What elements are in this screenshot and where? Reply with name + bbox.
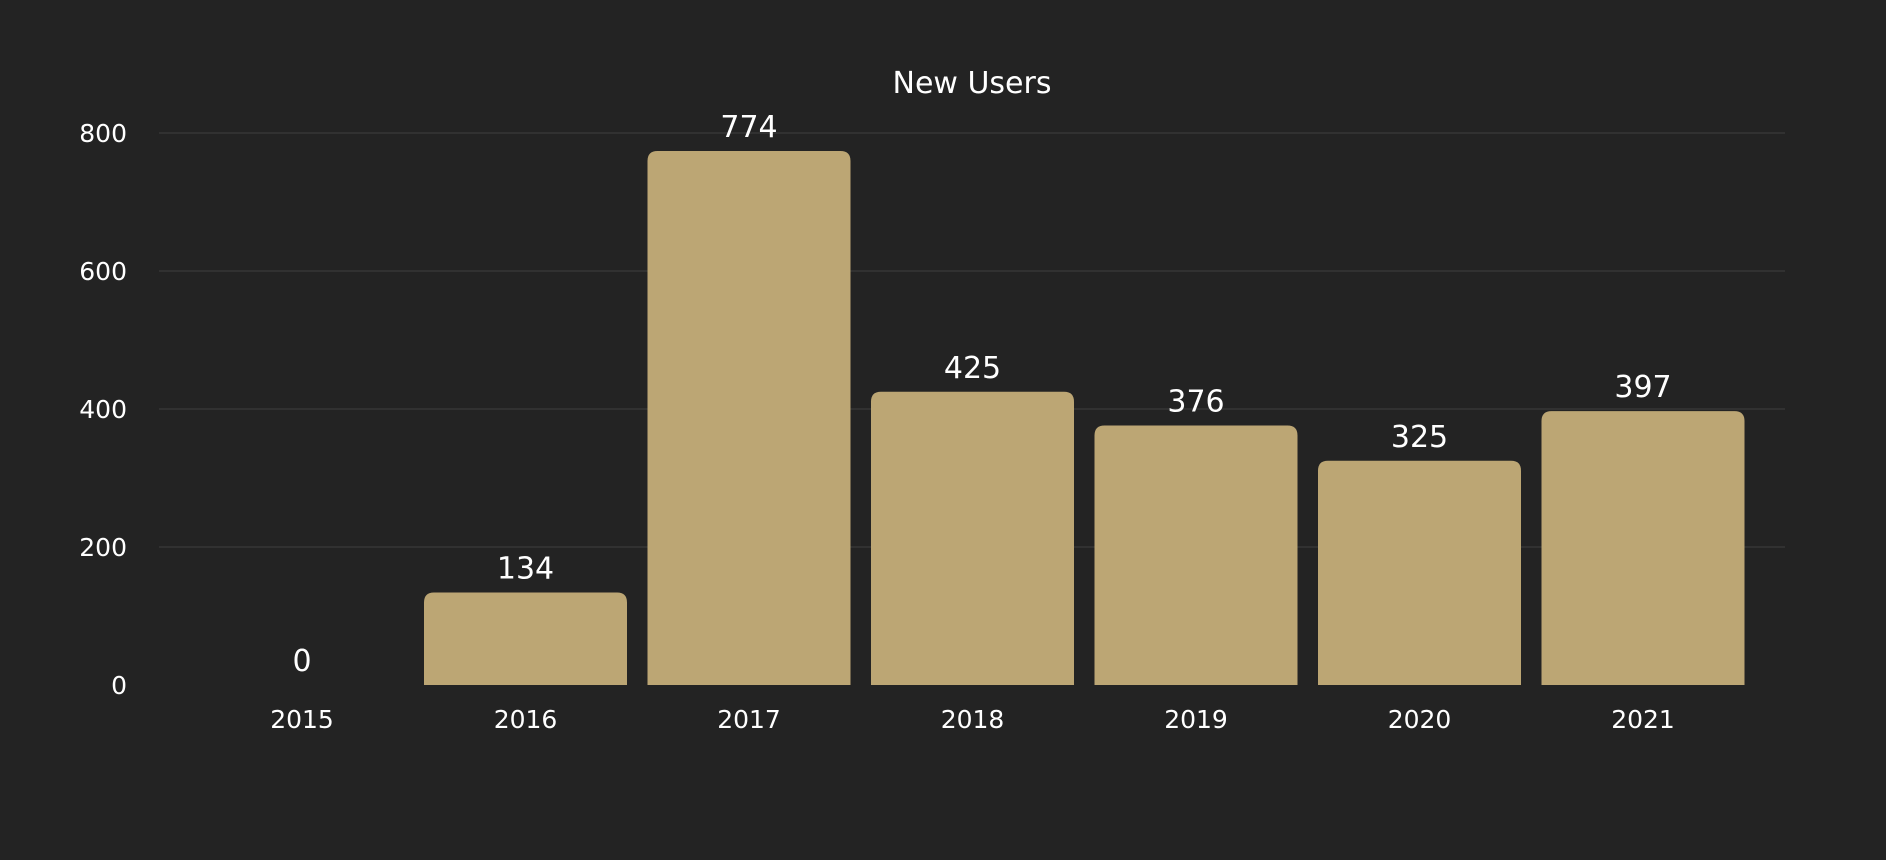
chart-title: New Users [893, 66, 1052, 101]
x-axis-ticks: 2015 2016 2017 2018 2019 2020 2021 [270, 705, 1675, 734]
y-tick-label: 200 [79, 533, 127, 562]
data-label-2016: 134 [497, 552, 554, 587]
data-label-2017: 774 [720, 110, 777, 145]
data-label-2021: 397 [1614, 370, 1671, 405]
y-tick-label: 400 [79, 395, 127, 424]
x-tick-label: 2018 [941, 705, 1005, 734]
y-axis-ticks: 0 200 400 600 800 [79, 119, 127, 700]
bar-chart: New Users 0 200 400 600 800 0 134 774 425 376 325… [79, 66, 1785, 734]
bar-2017[interactable] [647, 150, 851, 685]
y-tick-label: 800 [79, 119, 127, 148]
bar-2019[interactable] [1094, 425, 1298, 685]
x-tick-label: 2015 [270, 705, 334, 734]
x-tick-label: 2016 [494, 705, 558, 734]
data-label-2019: 376 [1167, 385, 1224, 420]
x-tick-label: 2021 [1611, 705, 1675, 734]
x-tick-label: 2020 [1388, 705, 1452, 734]
data-label-2020: 325 [1391, 420, 1448, 455]
x-tick-label: 2019 [1164, 705, 1228, 734]
bars [424, 150, 1745, 685]
y-tick-label: 600 [79, 257, 127, 286]
bar-2018[interactable] [871, 391, 1074, 685]
x-tick-label: 2017 [717, 705, 781, 734]
bar-2020[interactable] [1318, 460, 1521, 685]
y-tick-label: 0 [111, 671, 127, 700]
bar-2016[interactable] [424, 592, 627, 685]
data-label-2015: 0 [292, 644, 311, 679]
data-label-2018: 425 [944, 351, 1001, 386]
bar-2021[interactable] [1541, 411, 1745, 685]
